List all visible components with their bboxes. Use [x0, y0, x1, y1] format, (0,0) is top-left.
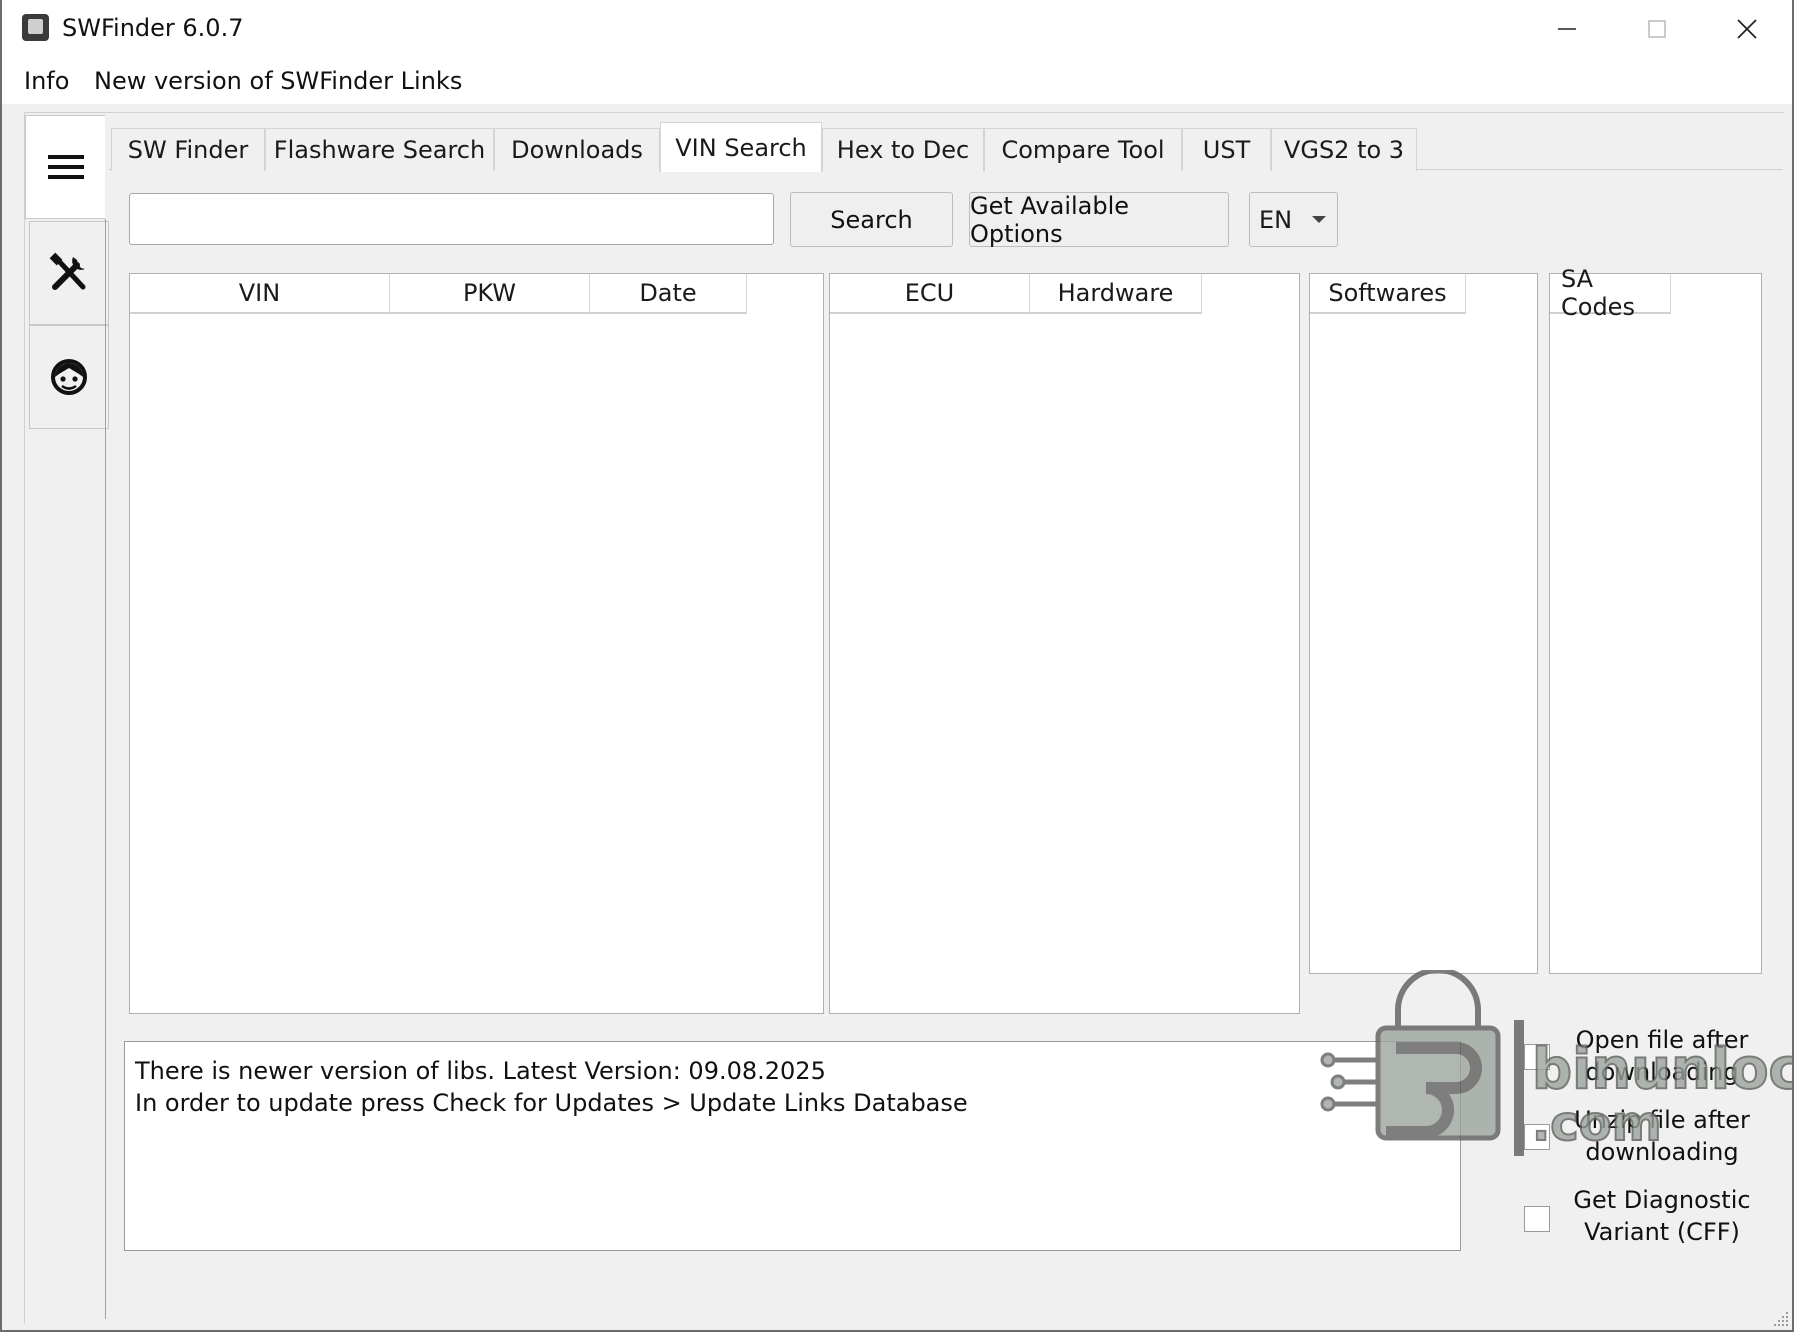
- tab-hex-to-dec[interactable]: Hex to Dec: [822, 128, 984, 171]
- log-output[interactable]: There is newer version of libs. Latest V…: [124, 1041, 1461, 1251]
- tab-flashware-search[interactable]: Flashware Search: [265, 128, 494, 171]
- language-select[interactable]: EN: [1249, 192, 1338, 247]
- column-header-vin[interactable]: VIN: [130, 274, 390, 314]
- diagnostic-variant-label-line1: Get Diagnostic: [1573, 1186, 1751, 1214]
- log-line: In order to update press Check for Updat…: [135, 1089, 968, 1117]
- hamburger-menu-icon: [47, 155, 84, 179]
- resize-grip-icon[interactable]: [1772, 1310, 1790, 1328]
- menu-bar: Info New version of SWFinder Links: [2, 58, 1792, 104]
- maximize-icon: [1648, 20, 1666, 38]
- menu-info[interactable]: Info: [24, 67, 69, 95]
- column-header-ecu[interactable]: ECU: [830, 274, 1030, 314]
- menu-new-version-links[interactable]: New version of SWFinder Links: [94, 67, 462, 95]
- window-title: SWFinder 6.0.7: [62, 14, 244, 42]
- vehicle-list[interactable]: VIN PKW Date: [129, 273, 824, 1014]
- tools-icon: [49, 252, 86, 290]
- sa-codes-list[interactable]: SA Codes: [1549, 265, 1762, 974]
- watermark-text-bottom: .com: [1532, 1096, 1662, 1152]
- app-icon: [22, 14, 49, 41]
- diagnostic-variant-checkbox[interactable]: [1524, 1206, 1550, 1232]
- vin-search-input[interactable]: [129, 193, 774, 245]
- minimize-icon: [1558, 28, 1576, 30]
- sidebar-menu-button[interactable]: [25, 115, 105, 219]
- tab-ust[interactable]: UST: [1182, 128, 1271, 171]
- watermark-text-top: binunlock: [1532, 1037, 1792, 1102]
- diagnostic-variant-label: Get Diagnostic Variant (CFF): [1562, 1184, 1762, 1248]
- log-line: There is newer version of libs. Latest V…: [135, 1057, 826, 1085]
- get-diagnostic-variant-option[interactable]: Get Diagnostic Variant (CFF): [1524, 1184, 1764, 1254]
- tab-vin-search[interactable]: VIN Search: [660, 122, 822, 172]
- tab-downloads[interactable]: Downloads: [494, 128, 660, 171]
- diagnostic-variant-label-line2: Variant (CFF): [1584, 1218, 1740, 1246]
- close-icon: [1737, 19, 1757, 39]
- maximize-button[interactable]: [1612, 0, 1702, 58]
- ecu-list[interactable]: ECU Hardware: [829, 273, 1300, 1014]
- tab-bar: SW Finder Flashware Search Downloads VIN…: [111, 120, 1781, 172]
- column-header-softwares[interactable]: Softwares: [1310, 274, 1466, 314]
- column-header-date[interactable]: Date: [590, 274, 747, 314]
- language-value: EN: [1259, 206, 1293, 234]
- title-bar: SWFinder 6.0.7: [2, 0, 1792, 58]
- app-window: SWFinder 6.0.7 Info New version of SWFin…: [0, 0, 1794, 1332]
- sidebar-support-button[interactable]: [29, 325, 109, 429]
- support-face-icon: [51, 359, 87, 395]
- binunlock-watermark-logo: binunlock .com: [1320, 970, 1792, 1156]
- sidebar-divider: [105, 219, 106, 1319]
- column-header-hardware[interactable]: Hardware: [1030, 274, 1202, 314]
- close-button[interactable]: [1702, 0, 1792, 58]
- column-header-sa-codes[interactable]: SA Codes: [1550, 265, 1671, 321]
- get-available-options-button[interactable]: Get Available Options: [969, 192, 1229, 248]
- search-button[interactable]: Search: [790, 192, 953, 247]
- tab-vgs2-to-3[interactable]: VGS2 to 3: [1271, 128, 1417, 171]
- column-header-pkw[interactable]: PKW: [390, 274, 590, 314]
- sidebar-tools-button[interactable]: [29, 221, 109, 325]
- softwares-list[interactable]: Softwares: [1309, 273, 1538, 974]
- chevron-down-icon: [1312, 216, 1326, 223]
- tab-compare-tool[interactable]: Compare Tool: [984, 128, 1182, 171]
- tab-sw-finder[interactable]: SW Finder: [111, 128, 265, 171]
- minimize-button[interactable]: [1522, 0, 1612, 58]
